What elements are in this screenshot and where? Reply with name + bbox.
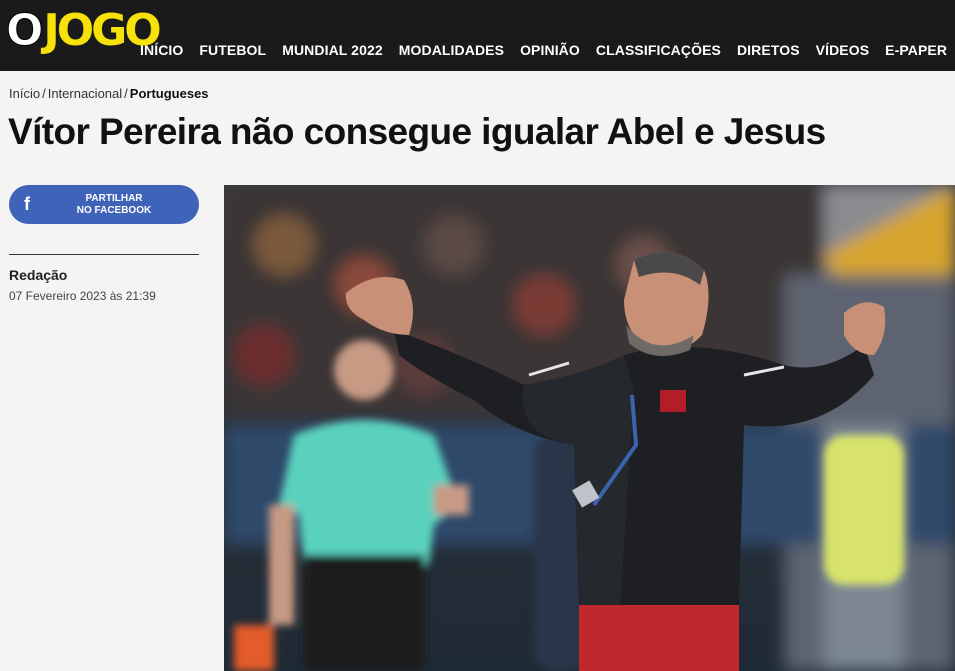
share-label: PARTILHAR NO FACEBOOK xyxy=(9,193,199,217)
breadcrumb-home[interactable]: Início xyxy=(9,86,40,101)
logo-o: O xyxy=(5,5,43,56)
nav-item-futebol[interactable]: FUTEBOL xyxy=(199,42,266,58)
nav-item-diretos[interactable]: DIRETOS xyxy=(737,42,800,58)
breadcrumb-section[interactable]: Internacional xyxy=(48,86,122,101)
article-photo[interactable] xyxy=(224,185,955,671)
nav-item-mundial-2022[interactable]: MUNDIAL 2022 xyxy=(282,42,383,58)
sidebar-divider xyxy=(9,254,199,255)
breadcrumb-separator: / xyxy=(124,86,128,101)
main-menu: INÍCIO FUTEBOL MUNDIAL 2022 MODALIDADES … xyxy=(140,42,955,58)
breadcrumb: Início / Internacional / Portugueses xyxy=(9,86,209,101)
nav-item-videos[interactable]: VÍDEOS xyxy=(816,42,870,58)
article-photo-image xyxy=(224,185,955,671)
facebook-icon: f xyxy=(24,194,30,214)
nav-item-opiniao[interactable]: OPINIÃO xyxy=(520,42,580,58)
article-title: Vítor Pereira não consegue igualar Abel … xyxy=(8,111,826,152)
top-navigation-bar: O JOGO INÍCIO FUTEBOL MUNDIAL 2022 MODAL… xyxy=(0,0,955,71)
nav-item-e-paper[interactable]: E-PAPER xyxy=(885,42,947,58)
breadcrumb-current[interactable]: Portugueses xyxy=(130,86,209,101)
article-author[interactable]: Redação xyxy=(9,267,67,283)
nav-item-modalidades[interactable]: MODALIDADES xyxy=(399,42,504,58)
article-date: 07 Fevereiro 2023 às 21:39 xyxy=(9,289,156,303)
share-label-line1: PARTILHAR xyxy=(85,192,143,204)
nav-item-classificacoes[interactable]: CLASSIFICAÇÕES xyxy=(596,42,721,58)
share-facebook-button[interactable]: f PARTILHAR NO FACEBOOK xyxy=(9,185,199,224)
breadcrumb-separator: / xyxy=(42,86,46,101)
site-logo[interactable]: O JOGO xyxy=(5,3,161,59)
share-label-line2: NO FACEBOOK xyxy=(76,204,152,216)
nav-item-inicio[interactable]: INÍCIO xyxy=(140,42,183,58)
